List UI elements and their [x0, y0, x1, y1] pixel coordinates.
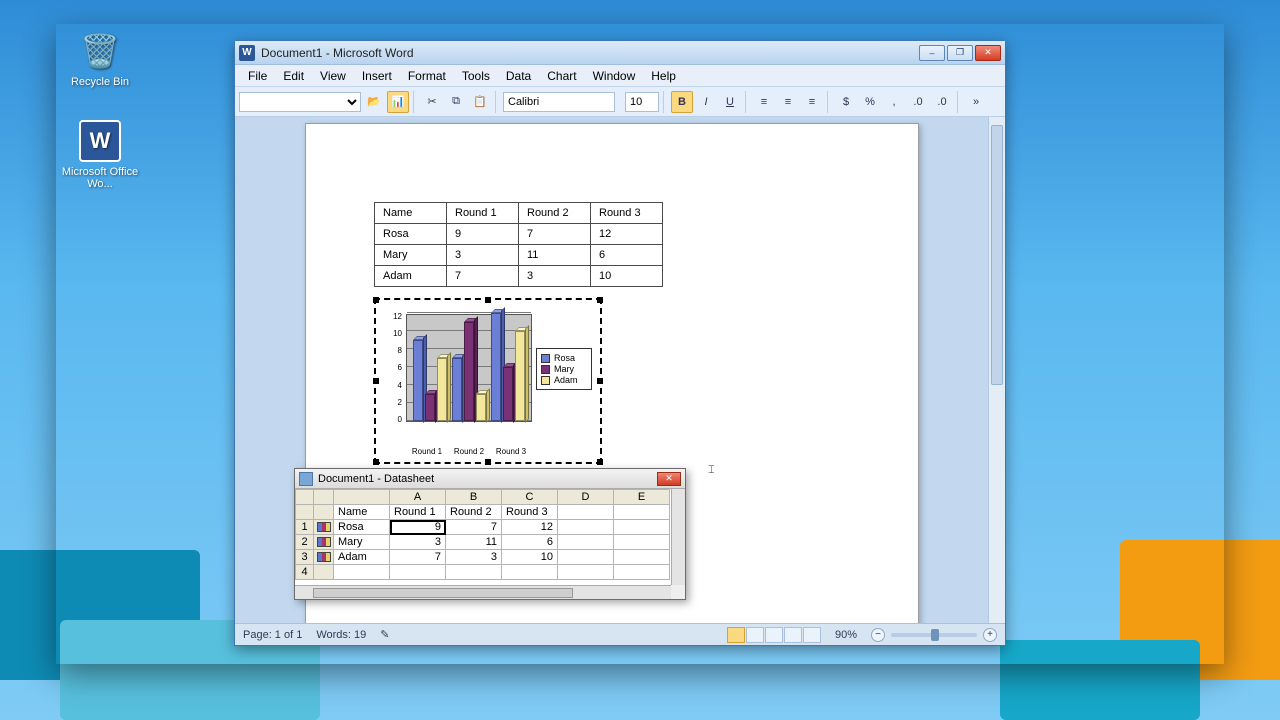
zoom-in-button[interactable]: + — [983, 628, 997, 642]
minimize-button[interactable]: – — [919, 45, 945, 61]
selected-cell[interactable]: 9 — [390, 520, 446, 535]
italic-button[interactable]: I — [695, 91, 717, 113]
menu-data[interactable]: Data — [499, 67, 538, 85]
datasheet-title: Document1 - Datasheet — [318, 473, 657, 485]
datasheet-window[interactable]: Document1 - Datasheet ✕ A B C D E Name R… — [294, 468, 686, 600]
chart-plot — [406, 314, 532, 422]
chart-object[interactable]: 121086420 Round 1Round 2Round 3 RosaMary… — [374, 298, 602, 464]
decrease-decimal-icon[interactable]: .0 — [931, 91, 953, 113]
view-buttons — [727, 627, 821, 643]
table-header: Name Round 1 Round 2 Round 3 — [375, 203, 663, 224]
align-left-icon[interactable]: ≡ — [753, 91, 775, 113]
menubar: File Edit View Insert Format Tools Data … — [235, 65, 1005, 87]
datasheet-icon — [299, 472, 313, 486]
close-button[interactable]: ✕ — [975, 45, 1001, 61]
doc-table[interactable]: Name Round 1 Round 2 Round 3 Rosa9712 Ma… — [374, 202, 663, 287]
datasheet-vscroll[interactable] — [671, 489, 685, 585]
resize-handle[interactable] — [373, 378, 379, 384]
datasheet-titlebar[interactable]: Document1 - Datasheet ✕ — [295, 469, 685, 489]
table-row: Mary3116 — [375, 245, 663, 266]
menu-edit[interactable]: Edit — [276, 67, 311, 85]
menu-view[interactable]: View — [313, 67, 353, 85]
menu-format[interactable]: Format — [401, 67, 453, 85]
proofing-icon[interactable]: ✎ — [380, 628, 389, 641]
more-icon[interactable]: » — [965, 91, 987, 113]
align-right-icon[interactable]: ≡ — [801, 91, 823, 113]
chart-type-icon[interactable]: 📊 — [387, 91, 409, 113]
resize-handle[interactable] — [485, 297, 491, 303]
vertical-scrollbar[interactable] — [988, 117, 1005, 623]
word-app-icon: W — [79, 120, 121, 162]
datasheet-hscroll[interactable] — [295, 585, 671, 599]
series-color-icon[interactable] — [314, 520, 334, 535]
outline-view[interactable] — [784, 627, 802, 643]
datasheet-close-button[interactable]: ✕ — [657, 472, 681, 486]
align-center-icon[interactable]: ≡ — [777, 91, 799, 113]
window-title: Document1 - Microsoft Word — [261, 46, 919, 60]
currency-icon[interactable]: $ — [835, 91, 857, 113]
datasheet-grid[interactable]: A B C D E Name Round 1 Round 2 Round 3 1… — [295, 489, 670, 580]
underline-button[interactable]: U — [719, 91, 741, 113]
cut-icon[interactable]: ✂ — [421, 91, 443, 113]
recycle-bin-icon: 🗑️ — [79, 30, 121, 72]
resize-handle[interactable] — [597, 297, 603, 303]
draft-view[interactable] — [803, 627, 821, 643]
font-size-select[interactable]: 10 — [625, 92, 659, 112]
zoom-out-button[interactable]: − — [871, 628, 885, 642]
status-words: Words: 19 — [316, 629, 366, 641]
desktop-recycle-bin[interactable]: 🗑️ Recycle Bin — [60, 30, 140, 88]
word-icon: W — [239, 45, 255, 61]
percent-icon[interactable]: % — [859, 91, 881, 113]
word-shortcut-label: Microsoft Office Wo... — [60, 166, 140, 190]
bold-button[interactable]: B — [671, 91, 693, 113]
scroll-thumb[interactable] — [991, 125, 1003, 385]
titlebar[interactable]: W Document1 - Microsoft Word – ❐ ✕ — [235, 41, 1005, 65]
chart-x-axis: Round 1Round 2Round 3 — [406, 447, 532, 456]
th-name: Name — [375, 203, 447, 224]
menu-window[interactable]: Window — [586, 67, 643, 85]
status-page: Page: 1 of 1 — [243, 629, 302, 641]
web-layout-view[interactable] — [765, 627, 783, 643]
maximize-button[interactable]: ❐ — [947, 45, 973, 61]
resize-handle[interactable] — [373, 459, 379, 465]
font-select[interactable]: Calibri — [503, 92, 615, 112]
print-layout-view[interactable] — [727, 627, 745, 643]
chart-area-select[interactable] — [239, 92, 361, 112]
resize-handle[interactable] — [373, 297, 379, 303]
menu-tools[interactable]: Tools — [455, 67, 497, 85]
recycle-label: Recycle Bin — [60, 76, 140, 88]
resize-handle[interactable] — [485, 459, 491, 465]
table-row: Rosa9712 — [375, 224, 663, 245]
chart-legend: RosaMaryAdam — [536, 348, 592, 390]
resize-handle[interactable] — [597, 459, 603, 465]
desktop-word-shortcut[interactable]: W Microsoft Office Wo... — [60, 120, 140, 190]
fullscreen-view[interactable] — [746, 627, 764, 643]
zoom-percent: 90% — [835, 629, 857, 641]
series-color-icon[interactable] — [314, 550, 334, 565]
zoom-slider[interactable] — [891, 633, 977, 637]
chart-y-axis: 121086420 — [384, 312, 402, 424]
cursor-caret: ⌶ — [708, 464, 715, 477]
toolbar: 📂 📊 ✂ ⧉ 📋 Calibri 10 B I U ≡ ≡ ≡ $ % , .… — [235, 87, 1005, 117]
comma-icon[interactable]: , — [883, 91, 905, 113]
menu-help[interactable]: Help — [644, 67, 683, 85]
menu-file[interactable]: File — [241, 67, 274, 85]
menu-insert[interactable]: Insert — [355, 67, 399, 85]
increase-decimal-icon[interactable]: .0 — [907, 91, 929, 113]
chart-bars — [411, 315, 527, 421]
th-r1: Round 1 — [447, 203, 519, 224]
status-bar: Page: 1 of 1 Words: 19 ✎ 90% − + — [235, 623, 1005, 645]
menu-chart[interactable]: Chart — [540, 67, 583, 85]
file-open-icon[interactable]: 📂 — [363, 91, 385, 113]
paste-icon[interactable]: 📋 — [469, 91, 491, 113]
th-r2: Round 2 — [519, 203, 591, 224]
th-r3: Round 3 — [591, 203, 663, 224]
series-color-icon[interactable] — [314, 535, 334, 550]
resize-handle[interactable] — [597, 378, 603, 384]
table-row: Adam7310 — [375, 266, 663, 287]
copy-icon[interactable]: ⧉ — [445, 91, 467, 113]
